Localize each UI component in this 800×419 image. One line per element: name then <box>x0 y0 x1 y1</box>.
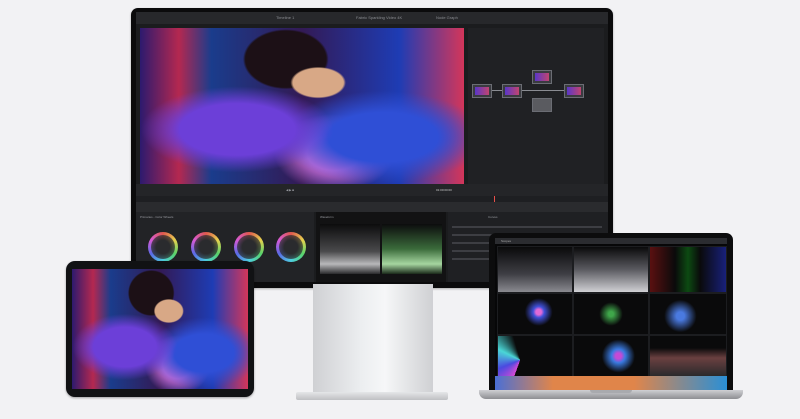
node-graph-title: Node Graph <box>436 15 458 20</box>
vectorscope-tile-1 <box>497 293 573 335</box>
timeline-color-bar <box>495 376 727 390</box>
scope-tile-3 <box>649 246 727 293</box>
node-5[interactable] <box>564 84 584 98</box>
vectorscope-tile-3 <box>649 293 727 335</box>
node-1[interactable] <box>472 84 492 98</box>
wheels-title: Primaries - Color Wheels <box>140 215 174 219</box>
vectorscope-tile-2 <box>573 293 649 335</box>
timeline-name: Timeline 1 <box>276 15 295 20</box>
camera-notch <box>598 233 624 238</box>
gamut-tile <box>497 335 573 377</box>
gain-wheel[interactable] <box>234 232 264 262</box>
macbook-screen: Scopes <box>495 238 727 390</box>
waveform-scope-panel: Waveform <box>316 212 446 282</box>
monitor-stand-base <box>296 392 448 400</box>
node-3[interactable] <box>532 70 552 84</box>
gamma-wheel[interactable] <box>191 232 221 262</box>
monitor-stand <box>313 284 433 394</box>
scopes-title: Waveform <box>320 215 334 219</box>
app-title-bar: Timeline 1 Fabric Sparkling Video 4K Nod… <box>136 12 608 24</box>
offset-wheel[interactable] <box>276 232 306 262</box>
curves-title: Curves <box>488 215 498 219</box>
node-graph-panel[interactable] <box>468 28 604 184</box>
transport-bar: ◀ ▶ ■ 01:00:00:00 <box>136 184 608 196</box>
project-title: Fabric Sparkling Video 4K <box>356 15 403 20</box>
node-2[interactable] <box>502 84 522 98</box>
scope-tile-2 <box>573 246 649 293</box>
video-viewer[interactable] <box>140 28 464 184</box>
app-title: Scopes <box>501 239 512 243</box>
histogram-tile <box>649 335 727 377</box>
macbook-opening-lip <box>590 390 632 393</box>
chroma-tile <box>573 335 649 377</box>
node-4[interactable] <box>532 98 552 112</box>
page-toolbar <box>136 202 608 212</box>
macbook-menu-bar: Scopes <box>495 238 727 244</box>
waveform-left <box>320 224 380 274</box>
ipad-screen-image <box>72 269 248 389</box>
lift-wheel[interactable] <box>148 232 178 262</box>
play-controls[interactable]: ◀ ▶ ■ <box>286 188 294 192</box>
waveform-right <box>382 224 442 274</box>
scope-tile-1 <box>497 246 573 293</box>
timecode: 01:00:00:00 <box>436 188 452 192</box>
